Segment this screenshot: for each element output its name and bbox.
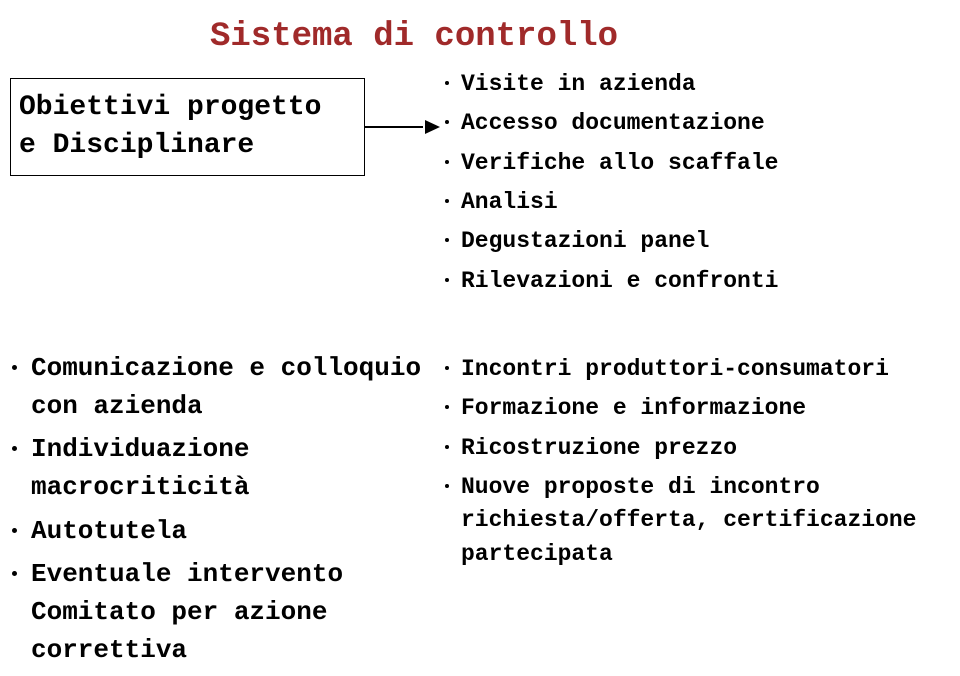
list-item: Ricostruzione prezzo [445,432,955,465]
list-item: Analisi [445,186,945,219]
list-item: Individuazione macrocriticità [12,431,442,506]
objectives-line1: Obiettivi progetto [19,89,356,127]
objectives-box: Obiettivi progetto e Disciplinare [10,78,365,176]
list-item: Incontri produttori-consumatori [445,353,955,386]
page-title: Sistema di controllo [210,18,618,56]
list-item: Accesso documentazione [445,107,945,140]
list-item: Autotutela [12,513,442,551]
list-item: Degustazioni panel [445,225,945,258]
arrow-icon [365,124,440,132]
list-item: Eventuale intervento Comitato per azione… [12,556,442,669]
top-right-list: Visite in azienda Accesso documentazione… [445,68,945,304]
list-item: Rilevazioni e confronti [445,265,945,298]
objectives-line2: e Disciplinare [19,127,356,165]
list-item: Verifiche allo scaffale [445,147,945,180]
list-item: Visite in azienda [445,68,945,101]
list-item: Comunicazione e colloquio con azienda [12,350,442,425]
list-item: Nuove proposte di incontro richiesta/off… [445,471,955,571]
bottom-left-list: Comunicazione e colloquio con azienda In… [12,350,442,676]
list-item: Formazione e informazione [445,392,955,425]
bottom-right-list: Incontri produttori-consumatori Formazio… [445,353,955,577]
